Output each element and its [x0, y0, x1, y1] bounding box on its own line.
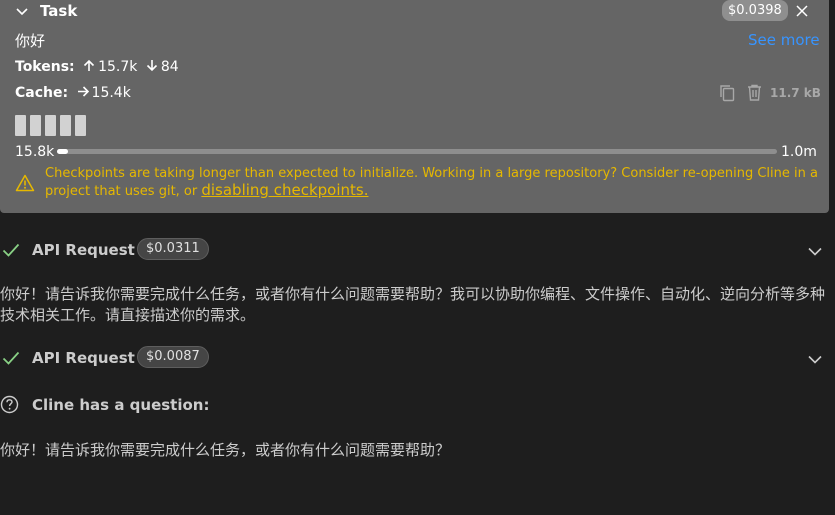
chevron-down-icon[interactable]	[807, 243, 823, 259]
task-size-label: 11.7 kB	[770, 86, 821, 100]
context-block	[15, 115, 26, 136]
arrow-up-icon	[84, 59, 95, 71]
question-icon	[0, 395, 19, 414]
warning-icon	[15, 174, 35, 192]
warning-text: Checkpoints are taking longer than expec…	[45, 166, 818, 199]
check-icon	[2, 243, 20, 257]
context-block	[30, 115, 41, 136]
tokens-label: Tokens:	[15, 59, 75, 75]
tokens-down-value: 84	[160, 59, 179, 75]
api-request-row[interactable]: API Request $0.0087	[0, 346, 835, 370]
context-block	[45, 115, 56, 136]
close-icon[interactable]	[794, 3, 810, 19]
task-title: Task	[40, 2, 78, 20]
context-progress-bar	[57, 149, 777, 154]
context-max-label: 1.0m	[781, 144, 817, 160]
api-request-title: API Request	[32, 349, 135, 367]
context-block	[75, 115, 86, 136]
cache-row: Cache: 15.4k	[15, 85, 131, 101]
disable-checkpoints-link[interactable]: disabling checkpoints.	[201, 181, 368, 199]
tokens-row: Tokens: 15.7k 84	[15, 59, 179, 75]
checkpoint-warning: Checkpoints are taking longer than expec…	[45, 165, 821, 200]
question-text: 你好！请告诉我你需要完成什么任务，或者你有什么问题需要帮助？	[0, 441, 451, 459]
tokens-up-value: 15.7k	[98, 59, 138, 75]
task-panel: Task $0.0398 你好 See more Tokens: 15.7k 8…	[0, 0, 829, 213]
task-text: 你好	[15, 32, 46, 50]
context-used-label: 15.8k	[15, 144, 55, 160]
api-request-title: API Request	[32, 241, 135, 259]
task-cost-badge: $0.0398	[722, 0, 788, 21]
context-block	[60, 115, 71, 136]
task-header[interactable]: Task $0.0398	[0, 0, 829, 22]
api-request-cost: $0.0087	[137, 346, 209, 368]
trash-icon[interactable]	[747, 84, 762, 101]
check-icon	[2, 351, 20, 365]
arrow-right-icon	[77, 86, 89, 97]
question-title: Cline has a question:	[32, 396, 210, 414]
see-more-link[interactable]: See more	[748, 31, 820, 49]
arrow-down-icon	[146, 60, 157, 72]
assistant-message: 你好！请告诉我你需要完成什么任务，或者你有什么问题需要帮助？我可以协助你编程、文…	[0, 285, 826, 324]
api-request-row[interactable]: API Request $0.0311	[0, 238, 835, 262]
cache-value: 15.4k	[91, 85, 131, 101]
context-progress-fill	[57, 149, 68, 154]
chevron-down-icon[interactable]	[807, 351, 823, 367]
context-blocks	[15, 115, 86, 136]
cache-label: Cache:	[15, 85, 69, 101]
api-request-cost: $0.0311	[137, 238, 209, 260]
copy-icon[interactable]	[719, 84, 735, 102]
chevron-down-icon[interactable]	[14, 3, 30, 19]
